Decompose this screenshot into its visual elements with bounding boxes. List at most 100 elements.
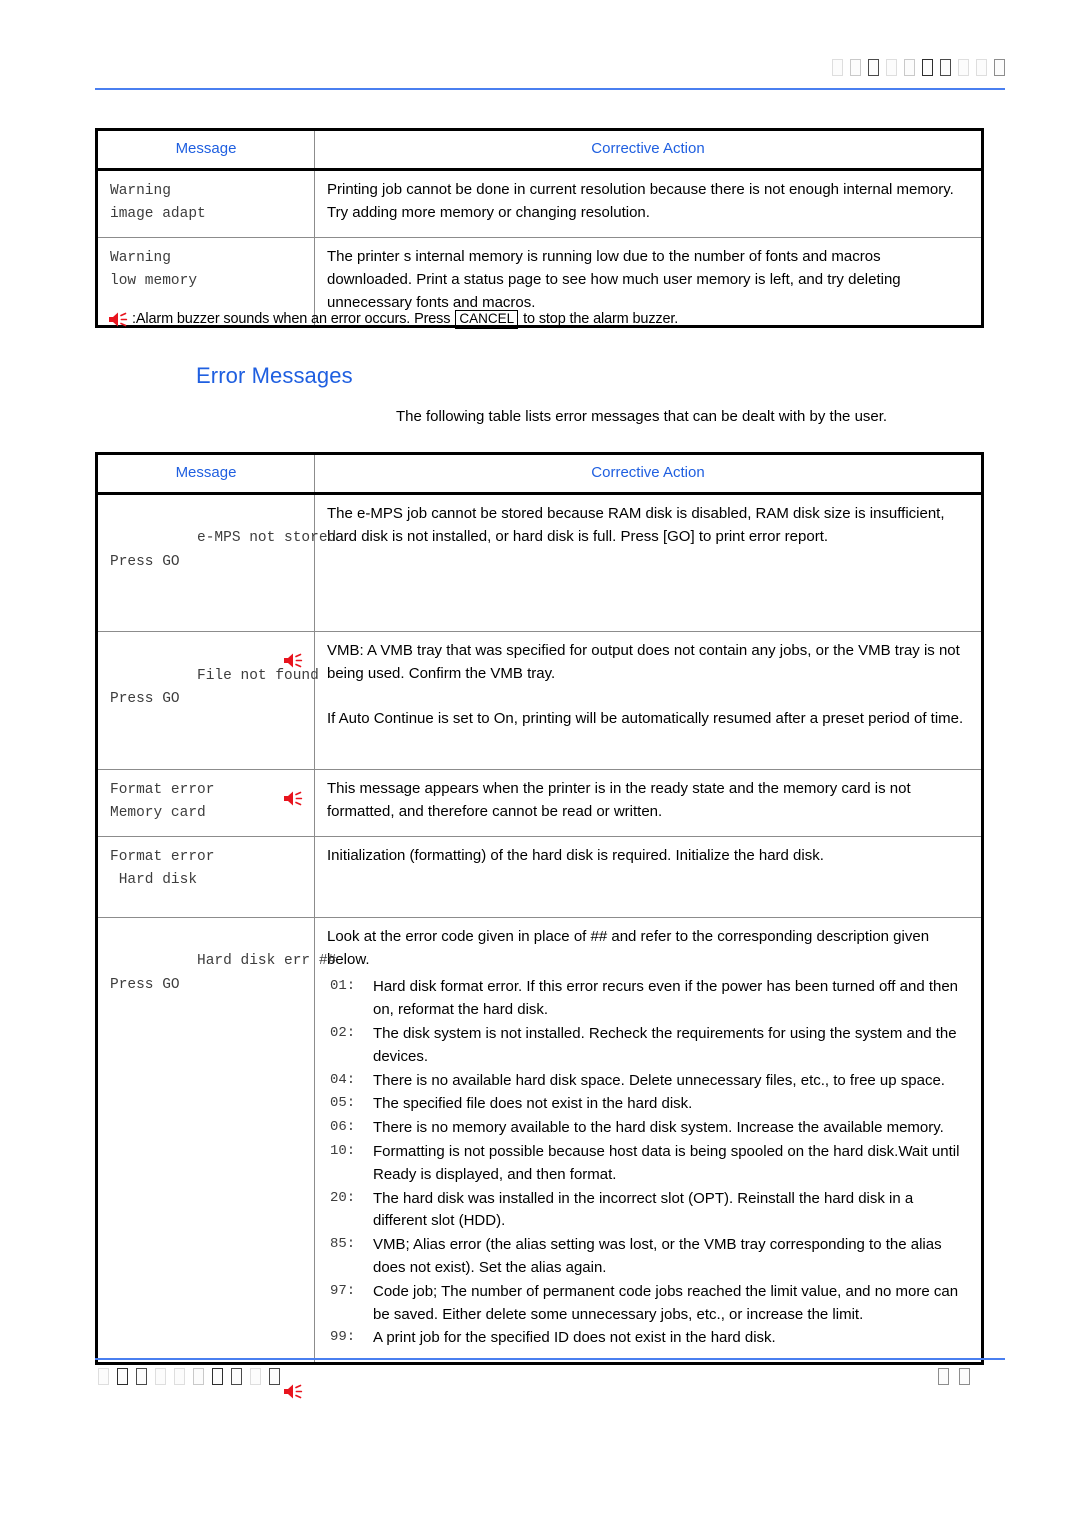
column-header-corrective-action: Corrective Action [314,128,984,171]
missing-glyph-box [136,1368,147,1385]
message-cell: File not found Press GO [95,631,319,806]
missing-glyph-box [904,59,915,76]
table-row: Warning image adapt Printing job cannot … [95,169,984,238]
error-code-key: 85: [330,1236,356,1253]
list-item: 06: There is no memory available to the … [327,1117,969,1140]
error-code-key: 99: [330,1329,356,1346]
error-code-key: 04: [330,1071,356,1088]
list-item: 85: VMB; Alias error (the alias setting … [327,1234,969,1280]
corrective-action-cell: The e-MPS job cannot be stored because R… [314,492,984,633]
list-item: 02: The disk system is not installed. Re… [327,1023,969,1069]
corrective-action-cell: Look at the error code given in place of… [314,916,984,1366]
missing-glyph-box [832,59,843,76]
note-text-before: :Alarm buzzer sounds when an error occur… [132,311,451,328]
error-code-description: A print job for the specified ID does no… [373,1329,776,1347]
message-text: File not found Press GO [110,667,319,708]
list-item: 97: Code job; The number of permanent co… [327,1281,969,1327]
error-code-key: 06: [330,1119,356,1136]
table-row: File not found Press GO VMB: A VMB tray … [95,631,984,806]
list-item: 04: There is no available hard disk spac… [327,1070,969,1093]
cancel-key-label: CANCEL [455,310,519,329]
alarm-buzzer-icon [283,743,304,806]
message-text: Hard disk err ## Press GO [110,953,337,993]
table-row: Format error Memory card This message ap… [95,768,984,837]
warning-messages-table: Message Corrective Action Warning image … [95,128,984,329]
missing-glyph-box [868,59,879,76]
error-messages-table: Message Corrective Action e-MPS not stor… [95,452,984,1399]
error-code-description: VMB; Alias error (the alias setting was … [373,1236,942,1276]
error-code-key: 20: [330,1189,356,1206]
missing-glyph-box [174,1368,185,1385]
error-code-description: The specified file does not exist in the… [373,1095,693,1113]
list-item: 01: Hard disk format error. If this erro… [327,976,969,1022]
footer-divider-rule [95,1358,1005,1360]
action-paragraph: Printing job cannot be done in current r… [327,181,954,221]
message-cell: Format error Memory card [95,768,315,837]
message-text: e-MPS not stored Press GO [110,530,337,570]
list-item: 10: Formatting is not possible because h… [327,1141,969,1187]
table-row: Hard disk err ## Press GO Look at the er… [95,916,984,1399]
error-code-description: The disk system is not installed. Rechec… [373,1024,957,1065]
missing-glyph-box [269,1368,280,1385]
table-row: Format error Hard disk Initialization (f… [95,835,984,918]
error-code-description: The hard disk was installed in the incor… [373,1189,914,1230]
error-code-description: There is no memory available to the hard… [373,1119,944,1137]
corrective-action-cell: Printing job cannot be done in current r… [314,169,984,238]
alarm-buzzer-icon [283,1336,304,1399]
error-code-key: 01: [330,978,356,995]
missing-glyph-box [193,1368,204,1385]
column-header-message: Message [95,128,315,171]
missing-glyph-box [212,1368,223,1385]
error-code-description: Code job; The number of permanent code j… [373,1282,959,1323]
missing-glyph-box [922,59,933,76]
header-glyph-row [832,50,1005,76]
table-header-row: Message Corrective Action [95,452,984,495]
action-paragraph: Initialization (formatting) of the hard … [327,846,824,864]
message-cell: Warning image adapt [95,169,315,238]
missing-glyph-box [886,59,897,76]
footer-glyph-row-right [938,1368,970,1385]
missing-glyph-box [958,59,969,76]
action-paragraph: The e-MPS job cannot be stored because R… [327,505,945,545]
action-paragraph: The printer s internal memory is running… [327,247,901,311]
error-code-key: 02: [330,1024,356,1041]
missing-glyph-box [155,1368,166,1385]
message-cell: e-MPS not stored Press GO [95,492,336,668]
footer-glyph-row-left [98,1368,280,1385]
missing-glyph-box [231,1368,242,1385]
table-row: e-MPS not stored Press GO The e-MPS job … [95,492,984,668]
list-item: 20: The hard disk was installed in the i… [327,1188,969,1234]
action-intro-paragraph: Look at the error code given in place of… [327,927,930,968]
section-title-error-messages: Error Messages [196,363,353,388]
missing-glyph-box [850,59,861,76]
page-header [95,50,1005,95]
action-paragraph: VMB: A VMB tray that was specified for o… [327,642,960,683]
action-paragraph: This message appears when the printer is… [327,779,911,820]
corrective-action-cell: Initialization (formatting) of the hard … [314,835,984,918]
note-text-after: to stop the alarm buzzer. [523,311,679,328]
error-code-description: Formatting is not possible because host … [373,1142,960,1183]
message-cell: Format error Hard disk [95,835,315,918]
document-page: Message Corrective Action Warning image … [0,0,1080,1527]
error-code-description: There is no available hard disk space. D… [373,1071,945,1089]
column-header-message: Message [95,452,315,495]
missing-glyph-box [976,59,987,76]
table-header-row: Message Corrective Action [95,128,984,171]
column-header-corrective-action: Corrective Action [314,452,984,495]
alarm-buzzer-icon [108,311,129,328]
missing-glyph-box [250,1368,261,1385]
error-code-key: 10: [330,1142,356,1159]
missing-glyph-box [959,1368,970,1385]
missing-glyph-box [98,1368,109,1385]
action-paragraph: If Auto Continue is set to On, printing … [327,710,964,728]
corrective-action-cell: VMB: A VMB tray that was specified for o… [314,631,984,770]
list-item: 99: A print job for the specified ID doe… [327,1327,969,1350]
missing-glyph-box [117,1368,128,1385]
error-code-key: 05: [330,1095,356,1112]
corrective-action-cell: This message appears when the printer is… [314,768,984,837]
section-intro-text: The following table lists error messages… [396,408,888,425]
error-code-key: 97: [330,1282,356,1299]
header-divider-rule [95,88,1005,90]
alarm-buzzer-icon [283,605,304,668]
